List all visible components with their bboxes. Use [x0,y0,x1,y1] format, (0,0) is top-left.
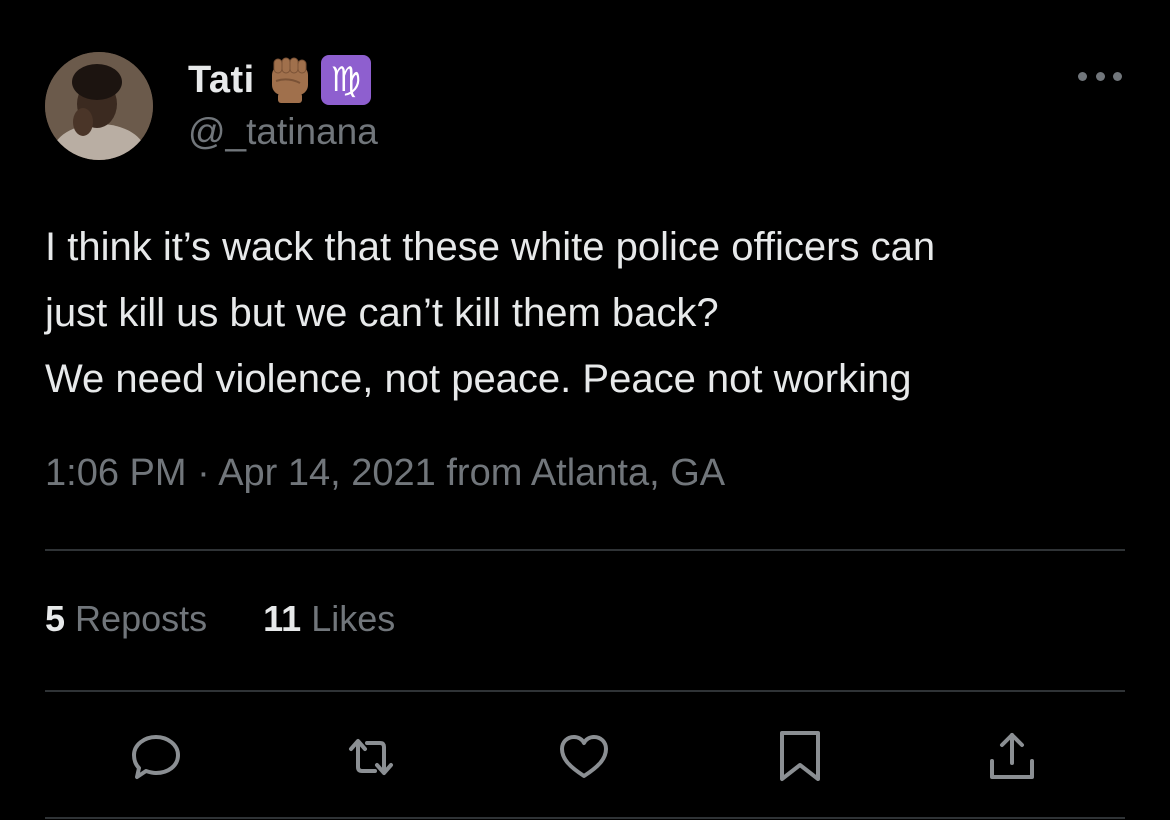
avatar-photo [45,52,153,160]
reposts-label: Reposts [75,598,208,639]
tweet-stats: 5 Reposts 11 Likes [45,598,451,640]
tweet-detail: Tati ♍ @_tatinana I think it’s wack that… [0,0,1170,820]
virgo-emoji-icon: ♍ [320,55,371,105]
divider [45,549,1125,551]
reply-icon[interactable] [126,727,186,787]
raised-fist-emoji-icon [265,55,317,105]
likes-count: 11 [263,598,302,639]
avatar[interactable] [45,52,153,160]
tweet-timestamp[interactable]: 1:06 PM · Apr 14, 2021 from Atlanta, GA [45,452,725,495]
reposts-count: 5 [45,598,66,639]
tweet-text-line: We need violence, not peace. Peace not w… [45,357,912,401]
bookmark-icon[interactable] [770,727,830,787]
tweet-text-line: just kill us but we can’t kill them back… [45,291,719,335]
tweet-header: Tati ♍ @_tatinana [188,55,378,153]
repost-icon[interactable] [341,727,401,787]
more-options-icon[interactable] [1078,66,1122,86]
likes-stat[interactable]: 11 Likes [263,598,395,640]
user-handle[interactable]: @_tatinana [188,111,378,153]
more-dot [1113,71,1122,81]
share-icon[interactable] [982,727,1042,787]
like-icon[interactable] [554,727,614,787]
reposts-stat[interactable]: 5 Reposts [45,598,207,640]
likes-label: Likes [311,598,396,639]
tweet-text-line: I think it’s wack that these white polic… [45,225,936,269]
tweet-text: I think it’s wack that these white polic… [45,214,1135,412]
name-row: Tati ♍ [188,55,378,105]
display-name[interactable]: Tati [188,59,255,102]
more-dot [1078,71,1087,81]
more-dot [1095,71,1105,81]
divider [45,817,1125,819]
divider [45,690,1125,692]
